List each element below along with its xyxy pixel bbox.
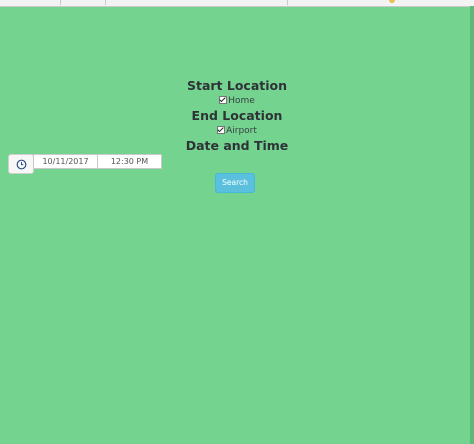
start-location-heading: Start Location	[186, 78, 288, 93]
search-button[interactable]: Search	[215, 173, 255, 193]
browser-chrome-strip	[0, 0, 474, 7]
home-checkbox[interactable]	[219, 96, 228, 104]
time-input[interactable]: 12:30 PM	[97, 154, 162, 169]
page-scrollbar[interactable]	[470, 6, 474, 444]
date-time-heading: Date and Time	[185, 138, 289, 153]
airport-checkbox-label: Airport	[226, 126, 257, 136]
tab-divider	[287, 0, 288, 5]
date-input[interactable]: 10/11/2017	[33, 154, 98, 169]
tab-divider	[105, 0, 106, 5]
end-location-heading: End Location	[191, 108, 283, 123]
tab-divider	[60, 0, 61, 5]
end-location-option[interactable]: Airport	[0, 126, 474, 136]
clock-icon	[16, 159, 26, 169]
home-checkbox-label: Home	[228, 96, 255, 106]
airport-checkbox[interactable]	[217, 126, 226, 134]
browser-indicator-icon	[389, 0, 395, 3]
start-location-option[interactable]: Home	[0, 96, 474, 106]
time-picker-button[interactable]	[8, 154, 34, 174]
